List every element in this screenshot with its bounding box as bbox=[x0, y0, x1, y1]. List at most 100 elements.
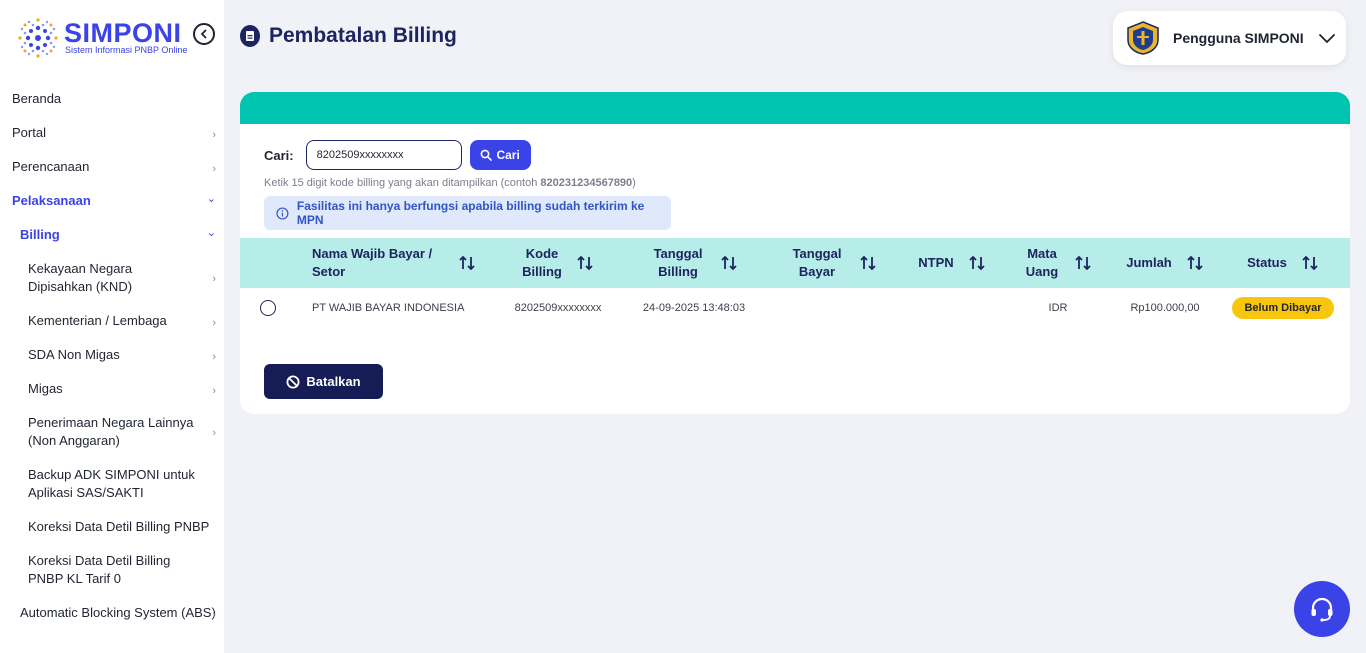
row-radio[interactable] bbox=[260, 300, 276, 316]
document-icon bbox=[240, 25, 260, 47]
billing-cancel-card: Cari: Cari Ketik 15 digit kode billing y… bbox=[240, 92, 1350, 414]
chevron-right-icon: › bbox=[212, 129, 216, 141]
sort-icon[interactable] bbox=[968, 254, 986, 272]
sort-icon[interactable] bbox=[720, 254, 738, 272]
sidebar-item-billing[interactable]: Billing ⌄ bbox=[0, 226, 224, 244]
info-alert: Fasilitas ini hanya berfungsi apabila bi… bbox=[264, 196, 671, 230]
search-button[interactable]: Cari bbox=[469, 140, 531, 170]
cell-jumlah: Rp100.000,00 bbox=[1130, 302, 1200, 314]
sidebar-item-koreksi-billing-tarif-0[interactable]: Koreksi Data Detil Billing PNBP KL Tarif… bbox=[0, 552, 224, 588]
search-label: Cari: bbox=[264, 147, 294, 163]
ban-icon bbox=[286, 375, 300, 388]
sidebar-item-kementerian-lembaga[interactable]: Kementerian / Lembaga › bbox=[0, 312, 224, 330]
chevron-right-icon: › bbox=[212, 385, 216, 397]
sidebar-item-label: Pelaksanaan bbox=[12, 193, 91, 208]
chevron-down-icon: ⌄ bbox=[206, 193, 216, 205]
sidebar: SIMPONI Sistem Informasi PNBP Online Ber… bbox=[0, 0, 224, 653]
chevron-right-icon: › bbox=[212, 163, 216, 175]
status-badge: Belum Dibayar bbox=[1232, 297, 1334, 319]
user-name: Pengguna SIMPONI bbox=[1173, 30, 1304, 46]
header-jumlah[interactable]: Jumlah bbox=[1114, 238, 1216, 288]
cell-nama: PT WAJIB BAYAR INDONESIA bbox=[312, 302, 465, 314]
page-title: Pembatalan Billing bbox=[269, 24, 457, 47]
cell-tanggal-bayar bbox=[764, 288, 902, 328]
sidebar-item-abs[interactable]: Automatic Blocking System (ABS) › bbox=[0, 604, 224, 622]
sort-icon[interactable] bbox=[458, 254, 476, 272]
kemenkeu-logo-icon bbox=[1127, 21, 1159, 55]
sidebar-item-knd[interactable]: Kekayaan Negara Dipisahkan (KND) › bbox=[0, 260, 224, 296]
cell-ntpn bbox=[902, 288, 1002, 328]
collapse-sidebar-button[interactable] bbox=[193, 23, 215, 45]
header-status[interactable]: Status bbox=[1216, 238, 1350, 288]
sidebar-item-label: SDA Non Migas bbox=[28, 347, 120, 362]
sidebar-item-penerimaan-negara-lainnya[interactable]: Penerimaan Negara Lainnya (Non Anggaran)… bbox=[0, 414, 224, 450]
chevron-down-icon: ⌄ bbox=[206, 227, 216, 239]
cell-kode: 8202509xxxxxxxx bbox=[514, 302, 602, 314]
brand-subtitle: Sistem Informasi PNBP Online bbox=[65, 45, 188, 55]
header-mata-uang[interactable]: Mata Uang bbox=[1002, 238, 1114, 288]
search-row: Cari: Cari bbox=[264, 140, 531, 170]
simponi-logo[interactable]: SIMPONI Sistem Informasi PNBP Online bbox=[14, 14, 194, 64]
chevron-right-icon: › bbox=[212, 317, 216, 329]
help-chat-button[interactable] bbox=[1294, 581, 1350, 637]
sidebar-item-label: Penerimaan Negara Lainnya (Non Anggaran) bbox=[28, 415, 194, 448]
headset-icon bbox=[1311, 597, 1333, 622]
sidebar-item-label: Portal bbox=[12, 125, 46, 140]
sort-icon[interactable] bbox=[859, 254, 877, 272]
sidebar-item-label: Migas bbox=[28, 381, 63, 396]
sort-icon[interactable] bbox=[1301, 254, 1319, 272]
row-select-cell bbox=[240, 288, 296, 328]
cancel-button-label: Batalkan bbox=[306, 374, 361, 389]
sidebar-item-label: Automatic Blocking System (ABS) bbox=[20, 605, 216, 620]
user-menu[interactable]: Pengguna SIMPONI bbox=[1113, 11, 1346, 65]
chevron-right-icon: › bbox=[212, 427, 216, 439]
logo-dots-icon bbox=[18, 18, 58, 58]
header-nama[interactable]: Nama Wajib Bayar / Setor bbox=[296, 238, 492, 288]
sidebar-item-beranda[interactable]: Beranda bbox=[0, 90, 224, 108]
sidebar-item-label: Billing bbox=[20, 227, 60, 242]
info-icon bbox=[276, 206, 289, 220]
chevron-right-icon: › bbox=[212, 273, 216, 285]
sidebar-item-backup-adk[interactable]: Backup ADK SIMPONI untuk Aplikasi SAS/SA… bbox=[0, 466, 224, 502]
chevron-left-icon bbox=[200, 29, 207, 39]
chevron-down-icon bbox=[1319, 34, 1335, 44]
sidebar-item-portal[interactable]: Portal › bbox=[0, 124, 224, 142]
search-icon bbox=[481, 149, 493, 161]
page-header: Pembatalan Billing bbox=[240, 24, 457, 48]
info-text: Fasilitas ini hanya berfungsi apabila bi… bbox=[296, 199, 645, 227]
hint-suffix: ) bbox=[632, 177, 636, 189]
sidebar-item-label: Koreksi Data Detil Billing PNBP KL Tarif… bbox=[28, 553, 171, 586]
search-hint: Ketik 15 digit kode billing yang akan di… bbox=[264, 177, 636, 189]
sort-icon[interactable] bbox=[1186, 254, 1204, 272]
header-tanggal-bayar[interactable]: Tanggal Bayar bbox=[764, 238, 902, 288]
sort-icon[interactable] bbox=[576, 254, 594, 272]
hint-prefix: Ketik 15 digit kode billing yang akan di… bbox=[264, 177, 541, 189]
sidebar-item-pelaksanaan[interactable]: Pelaksanaan ⌄ bbox=[0, 192, 224, 210]
cell-mata-uang: IDR bbox=[1048, 302, 1068, 314]
header-ntpn[interactable]: NTPN bbox=[902, 238, 1002, 288]
sidebar-item-label: Kementerian / Lembaga bbox=[28, 313, 167, 328]
cell-status: Belum Dibayar bbox=[1216, 288, 1350, 328]
sort-icon[interactable] bbox=[1074, 254, 1092, 272]
sidebar-item-label: Backup ADK SIMPONI untuk Aplikasi SAS/SA… bbox=[28, 467, 195, 500]
header-tanggal-billing[interactable]: Tanggal Billing bbox=[624, 238, 764, 288]
billing-code-input[interactable] bbox=[305, 140, 462, 170]
sidebar-item-koreksi-billing[interactable]: Koreksi Data Detil Billing PNBP bbox=[0, 518, 224, 536]
hint-example: 820231234567890 bbox=[540, 177, 633, 189]
table-header-row: Nama Wajib Bayar / Setor Kode Billing Ta… bbox=[240, 238, 1350, 288]
sidebar-item-label: Koreksi Data Detil Billing PNBP bbox=[28, 519, 210, 534]
table-row[interactable]: PT WAJIB BAYAR INDONESIA 8202509xxxxxxxx… bbox=[240, 288, 1350, 328]
sidebar-item-perencanaan[interactable]: Perencanaan › bbox=[0, 158, 224, 176]
header-kode[interactable]: Kode Billing bbox=[492, 238, 624, 288]
sidebar-item-label: Perencanaan bbox=[12, 159, 90, 174]
card-header-bar bbox=[240, 92, 1350, 124]
cell-tanggal-billing: 24-09-2025 13:48:03 bbox=[642, 302, 746, 314]
search-button-label: Cari bbox=[496, 148, 520, 162]
cancel-billing-button[interactable]: Batalkan bbox=[264, 364, 383, 399]
chevron-right-icon: › bbox=[212, 351, 216, 363]
billing-table: Nama Wajib Bayar / Setor Kode Billing Ta… bbox=[240, 238, 1350, 328]
sidebar-item-sda-non-migas[interactable]: SDA Non Migas › bbox=[0, 346, 224, 364]
sidebar-item-label: Kekayaan Negara Dipisahkan (KND) bbox=[28, 261, 133, 294]
header-select bbox=[240, 238, 296, 288]
sidebar-item-migas[interactable]: Migas › bbox=[0, 380, 224, 398]
